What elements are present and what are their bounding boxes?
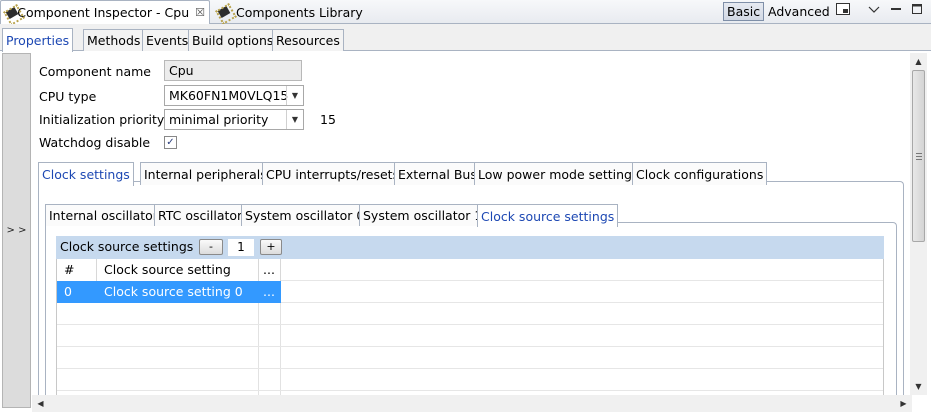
- grip-line: [916, 159, 922, 160]
- basic-mode-button[interactable]: Basic: [723, 2, 765, 21]
- init-priority-value: minimal priority: [169, 112, 269, 127]
- advanced-mode-button[interactable]: Advanced: [765, 2, 833, 21]
- tab-system-oscillator-1[interactable]: System oscillator 1: [359, 204, 487, 226]
- chevron-down-icon[interactable]: ▼: [286, 86, 303, 105]
- chevron-down-icon[interactable]: ▼: [286, 110, 303, 129]
- tab-low-power-mode[interactable]: Low power mode settings: [474, 162, 643, 185]
- scrollbar-thumb[interactable]: [912, 70, 925, 242]
- vertical-scrollbar[interactable]: ▲ ▼: [910, 53, 927, 395]
- expand-sidebar-button[interactable]: > >: [2, 53, 31, 408]
- column-header-name[interactable]: Clock source setting: [97, 259, 259, 281]
- add-row-button[interactable]: +: [260, 239, 282, 255]
- tab-label: Component Inspector - Cpu: [17, 5, 190, 20]
- watchdog-label: Watchdog disable: [39, 135, 151, 150]
- tab-clock-source-settings[interactable]: Clock source settings: [477, 204, 619, 227]
- grip-line: [916, 153, 922, 154]
- row-more-button[interactable]: ...: [259, 281, 281, 303]
- tab-internal-peripherals[interactable]: Internal peripherals: [140, 162, 271, 185]
- tab-clock-configurations[interactable]: Clock configurations: [632, 162, 768, 185]
- properties-tab-bar: Properties Methods Events Build options …: [0, 24, 931, 52]
- horizontal-scrollbar[interactable]: ◀ ▶: [32, 395, 912, 412]
- minimize-icon[interactable]: [888, 3, 904, 19]
- maximize-icon[interactable]: [909, 3, 925, 19]
- table-row-empty: [57, 325, 883, 347]
- row-index-cell[interactable]: 0: [57, 281, 97, 303]
- table-row[interactable]: 0 Clock source setting 0 ...: [57, 281, 883, 303]
- tab-components-library[interactable]: Components Library: [213, 0, 367, 24]
- properties-panel: Component name Cpu CPU type MK60FN1M0VLQ…: [32, 52, 912, 396]
- column-header-more[interactable]: ...: [259, 259, 281, 281]
- row-count-field[interactable]: 1: [228, 239, 254, 256]
- view-menu-icon[interactable]: [866, 3, 882, 19]
- tab-component-inspector[interactable]: Component Inspector - Cpu ☒: [0, 0, 210, 24]
- cpu-type-select[interactable]: MK60FN1M0VLQ15 ▼: [164, 85, 304, 106]
- table-header-row: # Clock source setting ...: [57, 259, 883, 281]
- table-row-empty: [57, 303, 883, 325]
- remove-row-button[interactable]: -: [199, 239, 223, 255]
- init-priority-select[interactable]: minimal priority ▼: [164, 109, 304, 130]
- scroll-down-icon[interactable]: ▼: [910, 378, 927, 395]
- chip-icon: [5, 6, 12, 20]
- scroll-up-icon[interactable]: ▲: [910, 53, 927, 70]
- tab-clock-settings[interactable]: Clock settings: [38, 162, 134, 186]
- tab-system-oscillator-0[interactable]: System oscillator 0: [241, 204, 369, 226]
- clock-source-toolbar: Clock source settings - 1 +: [56, 236, 884, 259]
- scroll-right-icon[interactable]: ▶: [895, 395, 912, 412]
- init-priority-number: 15: [320, 112, 336, 127]
- init-priority-label: Initialization priority: [39, 112, 165, 127]
- view-tab-bar: Component Inspector - Cpu ☒ Components L…: [0, 0, 931, 24]
- tab-resources[interactable]: Resources: [272, 29, 344, 51]
- cpu-type-value: MK60FN1M0VLQ15: [169, 88, 289, 103]
- column-header-index[interactable]: #: [57, 259, 97, 281]
- grip-line: [916, 156, 922, 157]
- tab-cpu-interrupts[interactable]: CPU interrupts/resets: [262, 162, 404, 185]
- component-name-label: Component name: [39, 64, 151, 79]
- tab-events[interactable]: Events: [142, 29, 193, 51]
- table-title: Clock source settings: [60, 239, 194, 254]
- tab-label: Components Library: [236, 4, 363, 20]
- show-view-icon[interactable]: [835, 3, 851, 19]
- table-row-empty: [57, 347, 883, 369]
- table-row-empty: [57, 369, 883, 391]
- tab-methods[interactable]: Methods: [83, 29, 145, 51]
- clock-source-table: # Clock source setting ... 0 Clock sourc…: [56, 259, 884, 396]
- tab-build-options[interactable]: Build options: [188, 29, 278, 51]
- chip-icon: [217, 5, 231, 19]
- component-name-field[interactable]: Cpu: [164, 60, 302, 81]
- tab-external-bus[interactable]: External Bus: [394, 162, 481, 185]
- scroll-left-icon[interactable]: ◀: [32, 395, 49, 412]
- row-name-cell[interactable]: Clock source setting 0: [97, 281, 259, 303]
- cpu-type-label: CPU type: [39, 89, 97, 104]
- tab-internal-oscillator[interactable]: Internal oscillator: [45, 204, 162, 226]
- tab-rtc-oscillator[interactable]: RTC oscillator: [154, 204, 247, 226]
- close-icon[interactable]: ☒: [195, 6, 205, 19]
- tab-properties[interactable]: Properties: [2, 28, 74, 52]
- watchdog-checkbox[interactable]: ✓: [164, 136, 177, 149]
